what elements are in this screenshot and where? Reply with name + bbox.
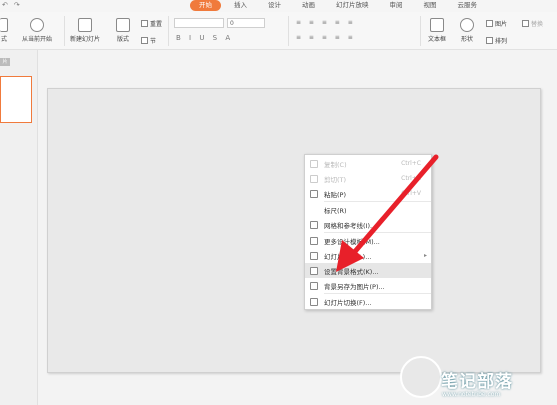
background-icon bbox=[310, 267, 318, 275]
layout-icon bbox=[116, 18, 130, 32]
section-icon bbox=[141, 37, 148, 44]
tab-design[interactable]: 设计 bbox=[260, 0, 289, 11]
font-size-combo[interactable]: 0 bbox=[227, 18, 265, 28]
textbox-icon bbox=[430, 18, 444, 32]
menu-item-shortcut: Ctrl+V bbox=[401, 190, 421, 197]
cut-icon bbox=[310, 175, 318, 183]
menu-item-background-format[interactable]: 设置背景格式(K)... bbox=[305, 263, 431, 278]
tab-view[interactable]: 视图 bbox=[416, 0, 445, 11]
tab-slideshow[interactable]: 幻灯片放映 bbox=[328, 0, 377, 11]
replace-icon bbox=[522, 20, 529, 27]
menu-item-label: 粘贴(P) bbox=[324, 190, 346, 199]
menu-item-label: 剪切(T) bbox=[324, 175, 347, 184]
grid-icon bbox=[310, 221, 318, 229]
replace-button[interactable]: 替换 bbox=[522, 19, 543, 28]
menu-item-label: 复制(C) bbox=[324, 160, 347, 169]
picture-label: 图片 bbox=[495, 21, 508, 28]
format-painter-label: 式 bbox=[0, 36, 7, 43]
ribbon-divider bbox=[64, 16, 65, 46]
tab-cloud[interactable]: 云服务 bbox=[450, 0, 486, 11]
menu-item-label: 幻灯片版式(L)... bbox=[324, 252, 372, 261]
menu-item-label: 网格和参考线(I)... bbox=[324, 221, 377, 230]
ribbon-toolbar: 式 从当前开始 新建幻灯片 版式 重置 节 0 B I U S A ≡ ≡ ≡ … bbox=[0, 12, 557, 50]
redo-icon[interactable]: ↷ bbox=[14, 1, 20, 9]
replace-label: 替换 bbox=[531, 21, 544, 28]
shape-label: 形状 bbox=[460, 36, 473, 43]
new-slide-icon bbox=[78, 18, 92, 32]
picture-icon bbox=[486, 20, 493, 27]
menu-item-ruler[interactable]: 标尺(R) bbox=[305, 202, 431, 217]
new-slide-button[interactable]: 新建幻灯片 bbox=[70, 18, 100, 43]
ribbon-divider bbox=[288, 16, 289, 46]
save-image-icon bbox=[310, 282, 318, 290]
picture-button[interactable]: 图片 bbox=[486, 19, 507, 28]
layout-label: 版式 bbox=[116, 36, 129, 43]
new-slide-label: 新建幻灯片 bbox=[70, 36, 101, 43]
textbox-button[interactable]: 文本框 bbox=[428, 18, 446, 43]
menu-item-shortcut: Ctrl+X bbox=[401, 175, 421, 182]
watermark-title: 笔记部落 bbox=[441, 372, 513, 392]
tab-home[interactable]: 开始 bbox=[190, 0, 221, 11]
shape-button[interactable]: 形状 bbox=[460, 18, 474, 43]
format-painter-button[interactable]: 式 bbox=[0, 18, 8, 43]
menu-item-cut[interactable]: 剪切(T) Ctrl+X bbox=[305, 171, 431, 186]
menu-item-copy[interactable]: 复制(C) Ctrl+C bbox=[305, 156, 431, 171]
font-name-combo[interactable] bbox=[174, 18, 224, 28]
watermark: 笔记部落 www.notetribe.com bbox=[395, 350, 555, 402]
menu-item-label: 更多设计模板(M)... bbox=[324, 237, 380, 246]
tab-insert[interactable]: 插入 bbox=[226, 0, 255, 11]
play-from-current-button[interactable]: 从当前开始 bbox=[22, 18, 52, 43]
textbox-label: 文本框 bbox=[428, 36, 447, 43]
submenu-arrow-icon: ▸ bbox=[423, 252, 427, 259]
menu-item-grid-guides[interactable]: 网格和参考线(I)... bbox=[305, 217, 431, 232]
tab-review[interactable]: 审阅 bbox=[382, 0, 411, 11]
tab-animation[interactable]: 动画 bbox=[294, 0, 323, 11]
format-painter-icon bbox=[0, 18, 8, 32]
arrange-button[interactable]: 排列 bbox=[486, 36, 507, 45]
pane-tab[interactable]: 片 bbox=[0, 58, 10, 66]
arrange-label: 排列 bbox=[495, 38, 508, 45]
title-tab-bar: ↶ ↷ 开始 插入 设计 动画 幻灯片放映 审阅 视图 云服务 bbox=[0, 0, 557, 12]
transition-icon bbox=[310, 298, 318, 306]
slide-thumbnail[interactable] bbox=[0, 76, 32, 123]
menu-item-label: 幻灯片切换(F)... bbox=[324, 298, 372, 307]
menu-item-label: 标尺(R) bbox=[324, 206, 347, 215]
paste-icon bbox=[310, 190, 318, 198]
menu-item-save-background[interactable]: 背景另存为图片(P)... bbox=[305, 278, 431, 293]
reset-icon bbox=[141, 20, 148, 27]
menu-item-shortcut: Ctrl+C bbox=[401, 160, 421, 167]
template-icon bbox=[310, 237, 318, 245]
watermark-logo-icon bbox=[400, 356, 442, 398]
section-button[interactable]: 节 bbox=[141, 36, 156, 45]
copy-icon bbox=[310, 160, 318, 168]
paragraph-buttons-bottom[interactable]: ≡ ≡ ≡ ≡ ≡ bbox=[296, 34, 356, 41]
paragraph-buttons-top[interactable]: ≡ ≡ ≡ ≡ ≡ bbox=[296, 19, 356, 26]
layout-button[interactable]: 版式 bbox=[116, 18, 130, 43]
reset-button[interactable]: 重置 bbox=[141, 19, 162, 28]
reset-label: 重置 bbox=[150, 21, 163, 28]
menu-item-paste[interactable]: 粘贴(P) Ctrl+V bbox=[305, 186, 431, 201]
context-menu: 复制(C) Ctrl+C 剪切(T) Ctrl+X 粘贴(P) Ctrl+V 标… bbox=[304, 154, 432, 310]
arrange-icon bbox=[486, 37, 493, 44]
layout-icon bbox=[310, 252, 318, 260]
menu-item-transition[interactable]: 幻灯片切换(F)... bbox=[305, 294, 431, 309]
play-from-current-label: 从当前开始 bbox=[22, 36, 53, 43]
watermark-url: www.notetribe.com bbox=[442, 391, 501, 398]
menu-item-slide-layout[interactable]: 幻灯片版式(L)... ▸ bbox=[305, 248, 431, 263]
ribbon-tabs: 开始 插入 设计 动画 幻灯片放映 审阅 视图 云服务 bbox=[190, 0, 490, 11]
shape-icon bbox=[460, 18, 474, 32]
ribbon-divider bbox=[420, 16, 421, 46]
section-label: 节 bbox=[150, 38, 157, 45]
font-format-buttons[interactable]: B I U S A bbox=[176, 34, 233, 42]
menu-item-more-templates[interactable]: 更多设计模板(M)... bbox=[305, 233, 431, 248]
quick-access-toolbar: ↶ ↷ bbox=[2, 1, 20, 9]
menu-item-label: 设置背景格式(K)... bbox=[324, 267, 379, 276]
undo-icon[interactable]: ↶ bbox=[2, 1, 8, 9]
ribbon-divider bbox=[168, 16, 169, 46]
menu-item-label: 背景另存为图片(P)... bbox=[324, 282, 385, 291]
play-icon bbox=[30, 18, 44, 32]
slide-canvas[interactable] bbox=[47, 88, 541, 373]
